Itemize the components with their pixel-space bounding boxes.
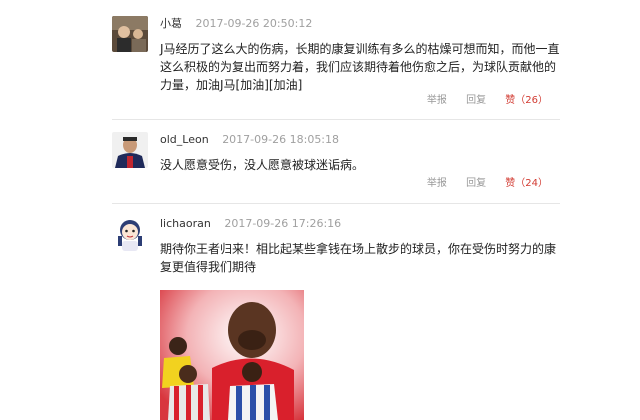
comment-item: 小葛 2017-09-26 20:50:12 J马经历了这么大的伤病，长期的康复…	[112, 16, 560, 110]
report-button[interactable]: 举报	[427, 178, 447, 189]
report-button[interactable]: 举报	[427, 95, 447, 106]
comment-text: 没人愿意受伤，没人愿意被球迷诟病。	[160, 158, 365, 172]
comment-meta: old_Leon 2017-09-26 18:05:18	[160, 132, 339, 148]
comment-actions: 举报 回复 赞（26）	[411, 94, 548, 108]
username-link[interactable]: old_Leon	[160, 133, 209, 146]
like-button[interactable]: 赞（26）	[505, 95, 548, 106]
comment-meta: lichaoran 2017-09-26 17:26:16	[160, 216, 341, 232]
user-avatar[interactable]	[112, 16, 148, 52]
comment-timestamp: 2017-09-26 18:05:18	[222, 133, 340, 146]
comment-divider	[112, 203, 560, 204]
comment-image[interactable]	[160, 290, 304, 420]
comment-item: lichaoran 2017-09-26 17:26:16 期待你王者归来！相比…	[112, 216, 560, 420]
reply-button[interactable]: 回复	[466, 95, 486, 106]
user-avatar[interactable]	[112, 216, 148, 252]
username-link[interactable]: lichaoran	[160, 217, 211, 230]
comment-text: J马经历了这么大的伤病，长期的康复训练有多么的枯燥可想而知，而他一直这么积极的为…	[160, 42, 560, 92]
comment-actions: 举报 回复 赞（24）	[411, 177, 548, 191]
reply-button[interactable]: 回复	[466, 178, 486, 189]
username-link[interactable]: 小葛	[160, 17, 182, 30]
comment-meta: 小葛 2017-09-26 20:50:12	[160, 16, 312, 32]
comment-timestamp: 2017-09-26 17:26:16	[224, 217, 342, 230]
comment-item: old_Leon 2017-09-26 18:05:18 没人愿意受伤，没人愿意…	[112, 132, 560, 192]
like-button[interactable]: 赞（24）	[505, 178, 548, 189]
comment-text: 期待你王者归来！相比起某些拿钱在场上散步的球员，你在受伤时努力的康复更值得我们期…	[160, 242, 557, 274]
comment-timestamp: 2017-09-26 20:50:12	[195, 17, 313, 30]
comment-divider	[112, 119, 560, 120]
user-avatar[interactable]	[112, 132, 148, 168]
